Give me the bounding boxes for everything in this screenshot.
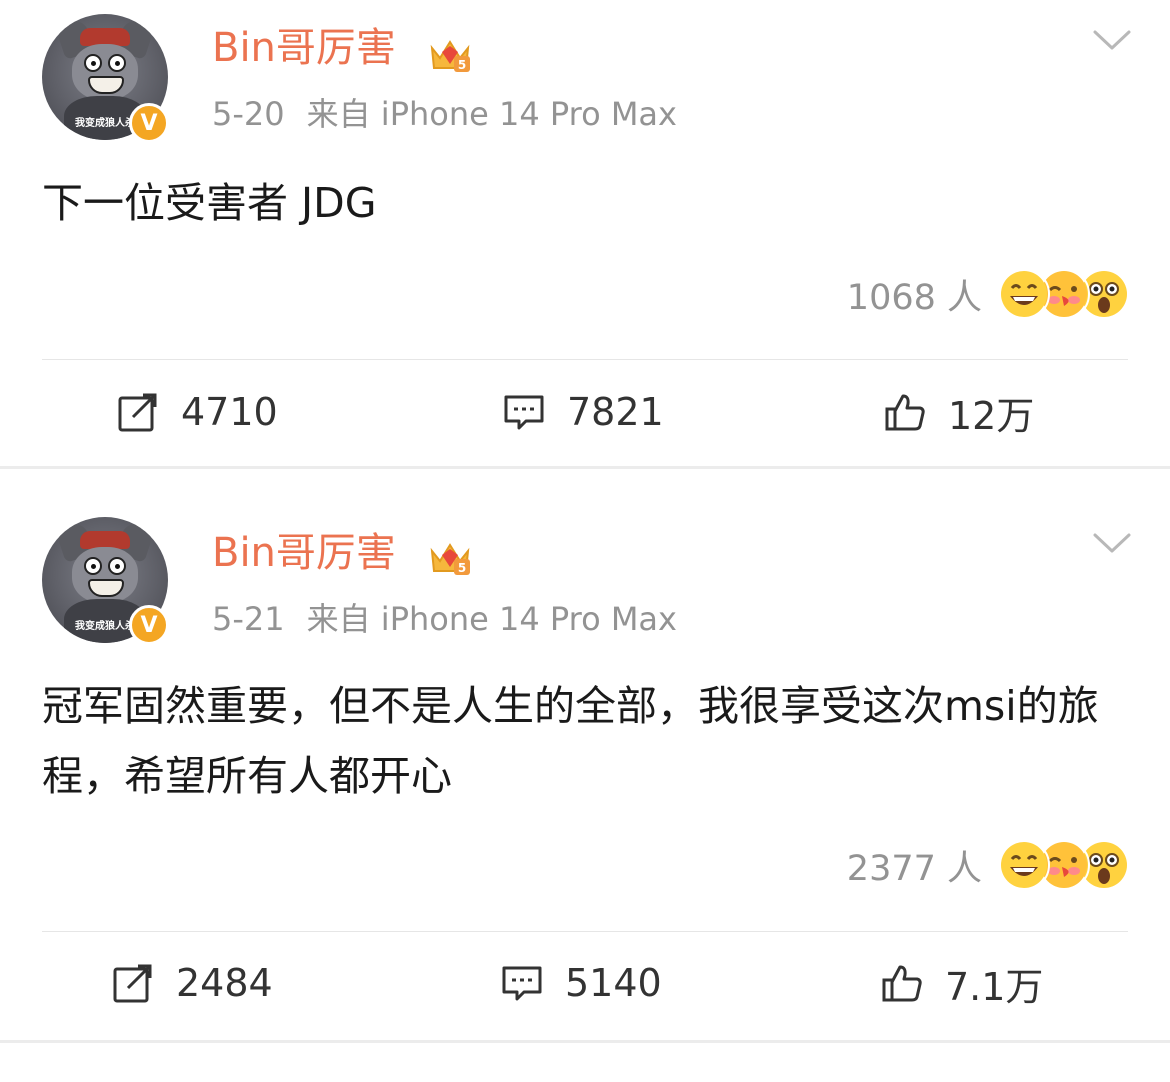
post-date: 5-20 xyxy=(212,95,285,133)
action-bar: 4710 7821 12万 xyxy=(0,382,1170,442)
comment-button[interactable]: 5140 xyxy=(501,953,662,1013)
post-source: 来自 iPhone 14 Pro Max xyxy=(306,95,677,133)
repost-icon xyxy=(113,964,152,1003)
post-content: 下一位受害者 JDG xyxy=(42,179,377,227)
repost-count: 4710 xyxy=(181,390,278,434)
thumbs-up-icon xyxy=(882,965,922,1002)
weibo-post: 我变成狼人杀 V Bin哥厉害 5 5-20 来自 iPhone 14 Pro M… xyxy=(0,0,1170,466)
comment-count: 5140 xyxy=(565,961,662,1005)
post-content: 冠军固然重要，但不是人生的全部，我很享受这次msi的旅程，希望所有人都开心 xyxy=(42,682,1099,800)
action-bar: 2484 5140 7.1万 xyxy=(0,953,1170,1013)
repost-icon xyxy=(118,393,157,432)
laughing-emoji-icon xyxy=(998,839,1050,891)
reaction-count: 2377 人 xyxy=(846,848,982,889)
repost-count: 2484 xyxy=(176,961,273,1005)
like-count: 12万 xyxy=(948,393,1035,438)
like-count: 7.1万 xyxy=(945,964,1044,1009)
comment-icon xyxy=(502,966,542,1001)
svg-text:5: 5 xyxy=(458,561,466,575)
post-separator xyxy=(0,1040,1170,1043)
thumbs-up-icon xyxy=(885,394,925,431)
divider xyxy=(42,359,1128,360)
svg-text:5: 5 xyxy=(458,58,466,72)
repost-button[interactable]: 4710 xyxy=(117,382,278,442)
verified-badge-icon: V xyxy=(129,605,169,645)
chevron-down-icon[interactable] xyxy=(1092,28,1132,52)
like-button[interactable]: 7.1万 xyxy=(881,953,1043,1013)
post-source: 来自 iPhone 14 Pro Max xyxy=(306,600,677,638)
comment-button[interactable]: 7821 xyxy=(503,382,664,442)
divider xyxy=(42,931,1128,932)
reaction-summary[interactable]: 1068 人 xyxy=(846,268,1130,320)
post-meta: 5-21 来自 iPhone 14 Pro Max xyxy=(212,603,677,635)
username[interactable]: Bin哥厉害 xyxy=(212,28,396,68)
comment-count: 7821 xyxy=(567,390,664,434)
like-button[interactable]: 12万 xyxy=(884,382,1034,442)
username[interactable]: Bin哥厉害 xyxy=(212,533,396,573)
comment-icon xyxy=(504,395,544,430)
reaction-count: 1068 人 xyxy=(846,277,982,318)
chevron-down-icon[interactable] xyxy=(1092,531,1132,555)
verified-badge-icon: V xyxy=(129,103,169,143)
repost-button[interactable]: 2484 xyxy=(112,953,273,1013)
laughing-emoji-icon xyxy=(998,268,1050,320)
post-date: 5-21 xyxy=(212,600,285,638)
reaction-summary[interactable]: 2377 人 xyxy=(846,839,1130,891)
post-meta: 5-20 来自 iPhone 14 Pro Max xyxy=(212,98,677,130)
weibo-post: 我变成狼人杀 V Bin哥厉害 5 5-21 来自 iPhone 14 Pro M… xyxy=(0,469,1170,1040)
crown-level-5-icon: 5 xyxy=(430,40,470,72)
crown-level-5-icon: 5 xyxy=(430,543,470,575)
